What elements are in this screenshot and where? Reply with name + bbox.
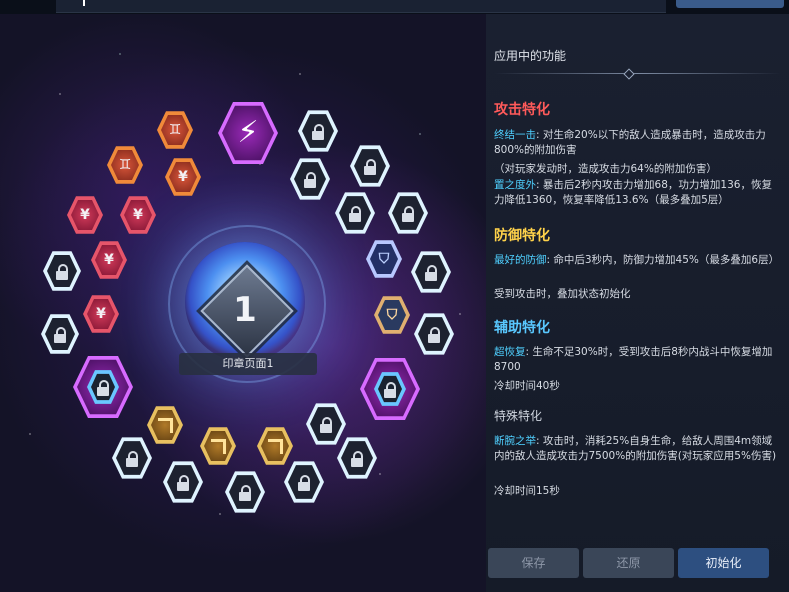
lock-icon xyxy=(239,484,251,501)
gemini-icon: ♊ xyxy=(118,157,132,173)
lock-icon xyxy=(320,416,332,433)
effect-desc: 冷却时间15秒 xyxy=(494,485,560,497)
effect-name: 超恢复 xyxy=(494,346,526,358)
emblem-slot-inner xyxy=(374,372,406,406)
page-number: 1 xyxy=(233,290,257,330)
active-effects-panel: 应用中的功能 攻击特化 终结一击: 对生命20%以下的敌人造成暴击时，造成攻击力… xyxy=(486,14,789,592)
effect-text: 受到攻击时，叠加状态初始化 xyxy=(494,287,782,302)
lock-icon xyxy=(384,381,396,398)
effect-text: 断腕之举: 攻击时，消耗25%自身生命，给敌人周围4m领域内的敌人造成攻击力75… xyxy=(494,434,782,464)
lock-icon xyxy=(97,379,109,396)
shield-icon: ⛉ xyxy=(386,307,398,323)
effect-desc: : 暴击后2秒内攻击力增加68，功力增加136，恢复力降低1360，恢复率降低1… xyxy=(494,179,772,206)
section-title-special: 特殊特化 xyxy=(494,409,543,423)
lock-icon xyxy=(364,158,376,175)
effect-text: 置之度外: 暴击后2秒内攻击力增加68，功力增加136，恢复力降低1360，恢复… xyxy=(494,178,782,208)
yen-icon: ¥ xyxy=(80,207,90,223)
top-right-button[interactable] xyxy=(676,0,784,8)
panel-title: 应用中的功能 xyxy=(494,49,567,63)
lock-icon xyxy=(428,326,440,343)
panel-divider xyxy=(494,73,781,74)
emblem-slot-inner xyxy=(87,370,119,404)
section-title-attack: 攻击特化 xyxy=(494,102,550,118)
lock-icon xyxy=(402,205,414,222)
lock-icon xyxy=(56,263,68,280)
effect-text: 超恢复: 生命不足30%时，受到攻击后8秒内战斗中恢复增加8700 xyxy=(494,345,782,375)
effect-name: 终结一击 xyxy=(494,129,536,141)
shield-icon: ⛉ xyxy=(378,251,390,267)
section-title-defense: 防御特化 xyxy=(494,228,550,244)
yen-icon: ¥ xyxy=(133,207,143,223)
effect-desc: （对玩家发动时，造成攻击力64%的附加伤害） xyxy=(494,163,717,175)
corner-icon xyxy=(157,417,173,433)
top-bar xyxy=(0,0,789,14)
effect-desc: : 攻击时，消耗25%自身生命，给敌人周围4m领域内的敌人造成攻击力7500%的… xyxy=(494,435,777,462)
yen-icon: ¥ xyxy=(104,252,114,268)
yen-icon: ¥ xyxy=(96,306,106,322)
effect-name: 断腕之举 xyxy=(494,435,536,447)
effect-desc: 受到攻击时，叠加状态初始化 xyxy=(494,288,631,300)
effect-desc: : 生命不足30%时，受到攻击后8秒内战斗中恢复增加8700 xyxy=(494,346,773,373)
effect-text: 最好的防御: 命中后3秒内，防御力增加45%（最多叠加6层） xyxy=(494,253,782,268)
emblem-board: 1 印章页面1 ⚡ ♊ ♊ ¥ ¥ ¥ ¥ ¥ ⛉ ⛉ xyxy=(0,14,486,592)
corner-icon xyxy=(267,438,283,454)
effect-text: 冷却时间15秒 xyxy=(494,484,782,499)
effect-text: （对玩家发动时，造成攻击力64%的附加伤害） xyxy=(494,162,782,177)
effect-desc: 冷却时间40秒 xyxy=(494,380,560,392)
effect-text: 终结一击: 对生命20%以下的敌人造成暴击时，造成攻击力800%的附加伤害 xyxy=(494,128,782,158)
effect-desc: : 命中后3秒内，防御力增加45%（最多叠加6层） xyxy=(546,254,780,266)
lock-icon xyxy=(177,474,189,491)
yen-icon: ¥ xyxy=(178,169,188,185)
lock-icon xyxy=(312,123,324,140)
page-label[interactable]: 印章页面1 xyxy=(179,353,317,375)
lock-icon xyxy=(54,326,66,343)
lightning-icon: ⚡ xyxy=(237,115,259,150)
top-tab-strip xyxy=(56,0,666,13)
corner-icon xyxy=(210,438,226,454)
divider-gem-icon xyxy=(623,68,635,80)
gemini-icon: ♊ xyxy=(168,122,182,138)
effect-name: 置之度外 xyxy=(494,179,536,191)
lock-icon xyxy=(349,205,361,222)
save-button[interactable]: 保存 xyxy=(488,548,579,578)
section-title-support: 辅助特化 xyxy=(494,320,550,336)
text-cursor xyxy=(83,0,85,6)
effect-name: 最好的防御 xyxy=(494,254,547,266)
lock-icon xyxy=(298,474,310,491)
lock-icon xyxy=(304,171,316,188)
lock-icon xyxy=(425,264,437,281)
lock-icon xyxy=(126,450,138,467)
restore-button[interactable]: 还原 xyxy=(583,548,674,578)
lock-icon xyxy=(351,450,363,467)
effect-text: 冷却时间40秒 xyxy=(494,379,782,394)
reset-button[interactable]: 初始化 xyxy=(678,548,769,578)
